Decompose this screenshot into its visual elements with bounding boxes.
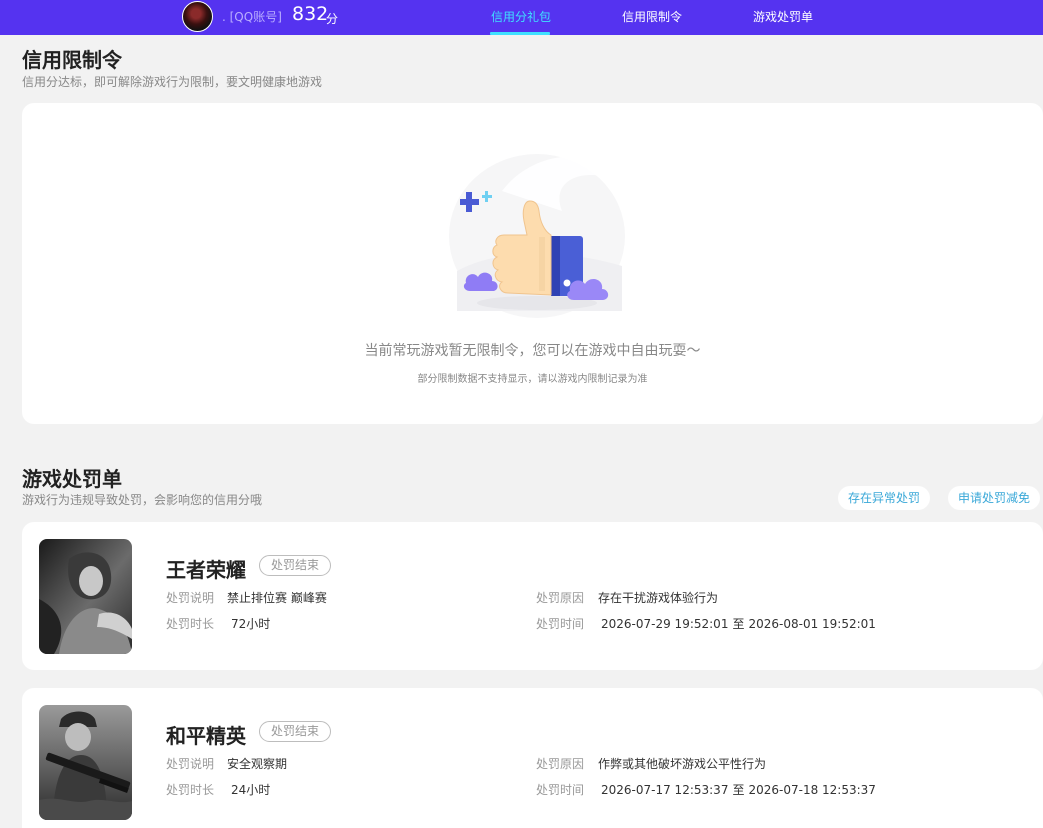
status-badge: 处罚结束 (259, 555, 332, 576)
reason-label: 处罚原因 (536, 757, 585, 771)
tab-credit-gift[interactable]: 信用分礼包 (491, 8, 551, 25)
time-label: 处罚时间 (536, 617, 585, 631)
game-cover-image (39, 705, 132, 820)
tab-game-penalty[interactable]: 游戏处罚单 (753, 8, 813, 25)
abnormal-penalty-button[interactable]: 存在异常处罚 (838, 486, 931, 510)
end-time: 2026-08-01 19:52:01 (748, 617, 876, 631)
penalty-card: 王者荣耀 处罚结束 处罚说明 禁止排位赛 巅峰赛 处罚时长 72小时 处罚原因 … (22, 522, 1043, 670)
restriction-empty-card: 当前常玩游戏暂无限制令，您可以在游戏中自由玩耍～ 部分限制数据不支持显示，请以游… (22, 103, 1043, 424)
start-time: 2026-07-29 19:52:01 (601, 617, 729, 631)
game-cover-image (39, 539, 132, 654)
time-label: 处罚时间 (536, 783, 585, 797)
duration-label: 处罚时长 (166, 783, 215, 797)
start-time: 2026-07-17 12:53:37 (601, 783, 729, 797)
reason-value: 存在干扰游戏体验行为 (598, 591, 719, 605)
penalty-card: 和平精英 处罚结束 处罚说明 安全观察期 处罚时长 24小时 处罚原因 作弊或其… (22, 688, 1043, 828)
time-range: 2026-07-29 19:52:01 至 2026-08-01 19:52:01 (601, 615, 876, 632)
to-separator: 至 (732, 617, 745, 631)
end-time: 2026-07-18 12:53:37 (748, 783, 876, 797)
penalty-section-subtitle: 游戏行为违规导致处罚，会影响您的信用分哦 (22, 493, 263, 507)
description-value: 禁止排位赛 巅峰赛 (227, 591, 327, 605)
top-nav-bar: . [QQ账号] 832 分 信用分礼包 信用限制令 游戏处罚单 (0, 0, 1043, 35)
status-badge: 处罚结束 (259, 721, 332, 742)
penalty-section-title: 游戏处罚单 (22, 467, 122, 491)
duration-label: 处罚时长 (166, 617, 215, 631)
reason-label: 处罚原因 (536, 591, 585, 605)
account-label: . [QQ账号] (222, 10, 282, 24)
active-tab-indicator (490, 32, 550, 35)
to-separator: 至 (732, 783, 745, 797)
thumbs-up-icon (449, 154, 625, 318)
description-label: 处罚说明 (166, 591, 215, 605)
credit-score: 832 (292, 3, 329, 25)
game-title: 和平精英 (166, 724, 246, 748)
restriction-section-title: 信用限制令 (22, 48, 122, 72)
tab-credit-restriction[interactable]: 信用限制令 (622, 8, 682, 25)
description-label: 处罚说明 (166, 757, 215, 771)
empty-state-note: 部分限制数据不支持显示，请以游戏内限制记录为准 (417, 374, 648, 385)
time-range: 2026-07-17 12:53:37 至 2026-07-18 12:53:37 (601, 781, 876, 798)
request-reduction-button[interactable]: 申请处罚减免 (948, 486, 1041, 510)
restriction-section-subtitle: 信用分达标，即可解除游戏行为限制，要文明健康地游戏 (22, 75, 323, 89)
game-title: 王者荣耀 (166, 558, 246, 582)
empty-state-message: 当前常玩游戏暂无限制令，您可以在游戏中自由玩耍～ (364, 343, 701, 359)
duration-value: 24小时 (231, 783, 271, 797)
description-value: 安全观察期 (227, 757, 288, 771)
credit-score-unit: 分 (326, 12, 339, 26)
duration-value: 72小时 (231, 617, 271, 631)
user-avatar[interactable] (182, 1, 213, 32)
reason-value: 作弊或其他破坏游戏公平性行为 (598, 757, 767, 771)
